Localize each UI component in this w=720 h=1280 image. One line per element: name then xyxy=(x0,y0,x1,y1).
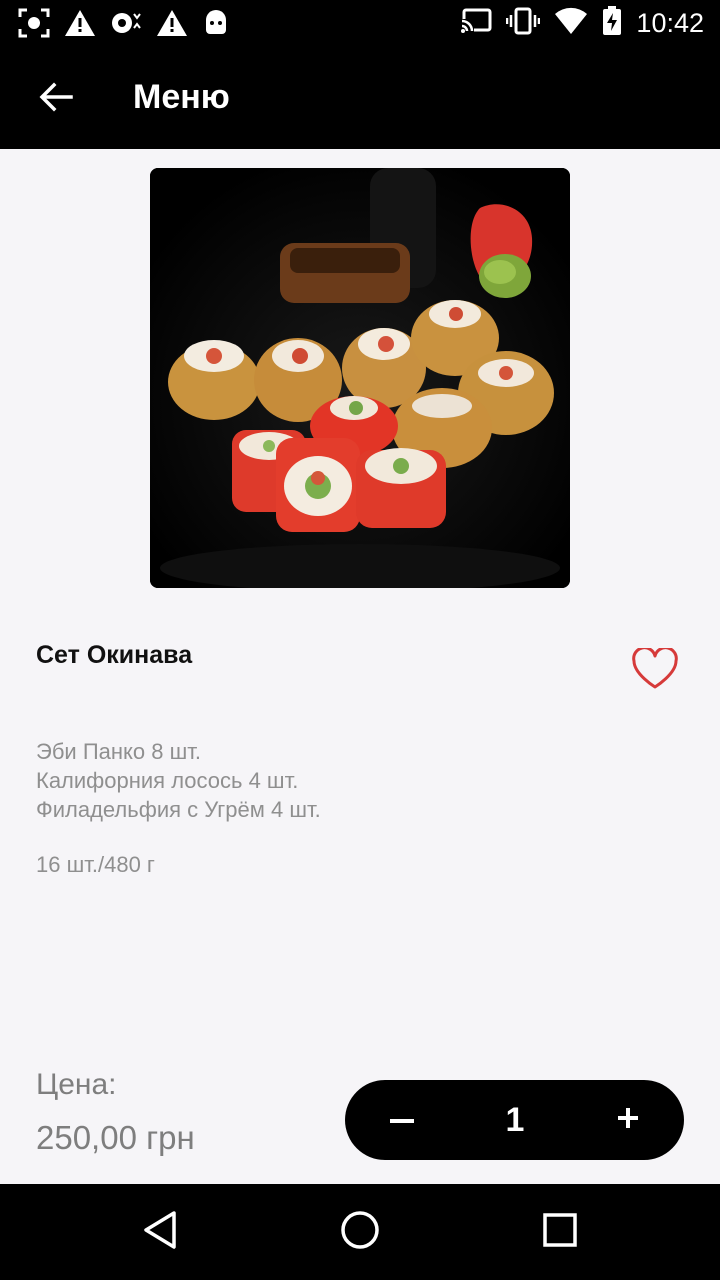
nav-back-button[interactable] xyxy=(136,1208,184,1256)
product-image xyxy=(150,168,570,588)
android-icon xyxy=(202,8,230,43)
description-line: Эби Панко 8 шт. xyxy=(36,739,201,764)
nav-recents-button[interactable] xyxy=(536,1208,584,1256)
home-circle-icon xyxy=(340,1210,380,1255)
cast-icon xyxy=(460,7,492,40)
product-weight: 16 шт./480 г xyxy=(36,852,155,877)
decrease-quantity-button[interactable] xyxy=(375,1080,429,1160)
quantity-stepper: 1 xyxy=(345,1080,684,1160)
recents-square-icon xyxy=(542,1212,578,1253)
status-bar-system: 10:42 xyxy=(460,6,704,41)
cast-warning-icon xyxy=(110,8,142,43)
back-button[interactable] xyxy=(30,76,82,122)
status-bar: 10:42 xyxy=(0,0,720,48)
status-bar-notifications xyxy=(18,8,230,43)
increase-quantity-button[interactable] xyxy=(601,1080,655,1160)
product-description: Эби Панко 8 шт. Калифорния лосось 4 шт. … xyxy=(36,737,321,824)
warning-icon xyxy=(156,8,188,43)
nav-home-button[interactable] xyxy=(336,1208,384,1256)
battery-charging-icon xyxy=(602,6,622,41)
page-title: Меню xyxy=(133,78,230,116)
arrow-back-icon xyxy=(39,82,73,117)
quantity-value: 1 xyxy=(505,1100,525,1139)
screenshot-icon xyxy=(18,8,50,43)
warning-icon xyxy=(64,8,96,43)
description-line: Калифорния лосось 4 шт. xyxy=(36,768,299,793)
heart-outline-icon xyxy=(631,645,679,695)
status-time: 10:42 xyxy=(636,8,704,38)
wifi-icon xyxy=(554,7,588,40)
system-nav-bar xyxy=(0,1184,720,1280)
minus-icon xyxy=(389,1111,415,1129)
description-line: Филадельфия с Угрём 4 шт. xyxy=(36,797,321,822)
favorite-button[interactable] xyxy=(628,645,682,696)
back-triangle-icon xyxy=(141,1210,179,1255)
plus-icon xyxy=(617,1107,639,1134)
product-name: Сет Окинава xyxy=(36,641,193,669)
vibrate-icon xyxy=(506,7,541,40)
price-value: 250,00 грн xyxy=(36,1119,195,1156)
app-bar: Меню xyxy=(0,48,720,149)
price-label: Цена: xyxy=(36,1068,117,1101)
